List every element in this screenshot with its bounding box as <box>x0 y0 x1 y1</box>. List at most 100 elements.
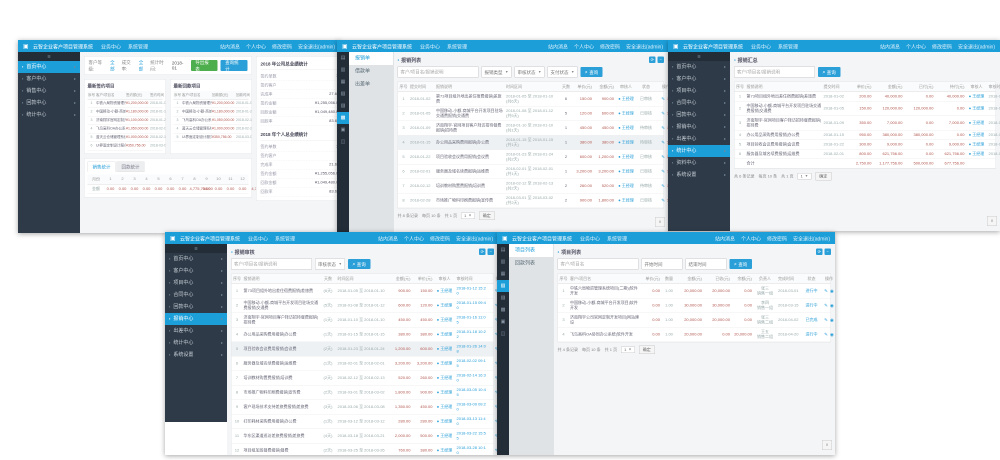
sidebar-item[interactable]: ▪出差中心▸ <box>668 133 730 145</box>
nav-logout[interactable]: 安全退出(admin) <box>456 234 493 242</box>
subnav-item[interactable]: 借款单 <box>349 65 393 78</box>
nav-profile[interactable]: 个人中心 <box>906 42 926 50</box>
nav-business[interactable]: 业务中心 <box>420 42 440 50</box>
app-brand[interactable]: 云智企业客户项目管理系统 <box>683 42 743 50</box>
sidebar-toggle[interactable]: ≡ <box>668 52 730 61</box>
table-row[interactable]: 6UI界面定制设计服务包¥350,756.002018-03-02 <box>88 142 163 151</box>
view-icon[interactable]: ◉ <box>830 332 834 337</box>
nav-system[interactable]: 系统管理 <box>607 234 627 242</box>
page-confirm-button[interactable]: 确定 <box>815 172 831 181</box>
rail-module-icon[interactable]: ▣ <box>337 124 349 136</box>
table-row[interactable]: 5项目验收会议费用报销|会议费(2天)2018-01-23 至 2018-01-… <box>232 342 494 357</box>
query-button[interactable]: ⌕查询 <box>818 67 840 77</box>
nav-system[interactable]: 系统管理 <box>128 42 148 50</box>
search-input[interactable] <box>231 259 312 270</box>
app-logo-icon[interactable]: ▣ <box>170 235 177 242</box>
table-row[interactable]: 1中铁六局物资管理系统项目(二期)|软件开发0.001.0020,000.002… <box>558 284 831 299</box>
sidebar-item[interactable]: ▪项目中心▸ <box>668 85 730 97</box>
nav-messages[interactable]: 站内消息 <box>715 234 735 242</box>
nav-system[interactable]: 系统管理 <box>778 42 798 50</box>
app-logo-icon[interactable]: ▣ <box>502 235 509 242</box>
rail-module-icon[interactable]: ▤ <box>497 244 509 256</box>
sidebar-item[interactable]: ▪项目中心▸ <box>165 277 227 289</box>
rail-module-icon[interactable]: ▦ <box>337 76 349 88</box>
nav-messages[interactable]: 站内消息 <box>378 234 398 242</box>
back-to-top-button[interactable]: ∧ <box>655 217 665 227</box>
type-select[interactable]: 报销类型▼ <box>482 67 512 78</box>
table-row[interactable]: 2中国移动-小额-商城平台开发项目驻场交通费报销|交通费(5天)2018-01-… <box>232 299 494 314</box>
edit-icon[interactable]: ✎ <box>824 303 828 308</box>
app-brand[interactable]: 云智企业客户项目管理系统 <box>33 42 93 50</box>
table-row[interactable]: 1中铁六局物资管理系统项目¥1,200,000.002018-01-08 <box>174 100 249 109</box>
table-row[interactable]: 11华东区渠道巡访差旅费报销|差旅费(4天)2018-03-18 至 2018-… <box>232 429 494 444</box>
table-row[interactable]: 3飞鸟高科OA办公系统¥1,050,000.002018-02-10 <box>174 117 249 126</box>
sidebar-item[interactable]: ▪合同中心▸ <box>668 97 730 109</box>
nav-business[interactable]: 业务中心 <box>248 234 268 242</box>
table-row[interactable]: 1中铁六局物资管理系统项目¥1,200,000.002018-01-05 <box>88 100 163 109</box>
end-date-input[interactable]: 结束时间 <box>686 259 727 270</box>
rail-module-icon[interactable]: ▥ <box>337 64 349 76</box>
back-to-top-button[interactable]: ∧ <box>987 216 997 226</box>
nav-logout[interactable]: 安全退出(admin) <box>626 42 663 50</box>
query-button[interactable]: ⌕查询 <box>580 67 602 77</box>
edit-icon[interactable]: ✎ <box>661 198 665 203</box>
table-row[interactable]: 2中国移动-小额-商城平台项目¥1,180,000.002018-01-20 <box>174 108 249 117</box>
search-input[interactable] <box>734 67 815 78</box>
nav-logout[interactable]: 安全退出(admin) <box>793 234 830 242</box>
rail-module-icon[interactable]: ▦ <box>497 268 509 280</box>
app-logo-icon[interactable]: ▣ <box>673 43 680 50</box>
nav-messages[interactable]: 站内消息 <box>548 42 568 50</box>
search-input[interactable] <box>558 259 639 270</box>
table-row[interactable]: 2中国移动-小额-商城平台项目¥1,180,000.002018-01-12 <box>88 108 163 117</box>
filter-value-rate[interactable]: 全部 <box>139 59 148 72</box>
view-icon[interactable]: ◉ <box>830 288 834 293</box>
table-row[interactable]: 12项目组加班餐费报销|餐费(2天)2018-03-25 至 2018-03-2… <box>232 444 494 456</box>
edit-icon[interactable]: ✎ <box>661 125 665 130</box>
table-row[interactable]: 22018-01-05中国移动-小额-商城平台开发项目驻场交通费报销|交通费20… <box>398 107 664 122</box>
nav-profile[interactable]: 个人中心 <box>741 234 761 242</box>
sidebar-item[interactable]: ▪报销中心▸ <box>668 121 730 133</box>
edit-icon[interactable]: ✎ <box>661 154 665 159</box>
rail-module-icon[interactable]: ▤ <box>337 52 349 64</box>
query-stats-button[interactable]: 查询统计 <box>221 60 248 71</box>
sidebar-item[interactable]: ▪销售中心▸ <box>18 85 80 97</box>
nav-business[interactable]: 业务中心 <box>580 234 600 242</box>
app-brand[interactable]: 云智企业客户项目管理系统 <box>180 234 240 242</box>
tab[interactable]: 销售统计 <box>88 162 116 173</box>
rail-module-icon[interactable]: ▥ <box>497 256 509 268</box>
table-row[interactable]: 62018-02-01服务器及域名续费报销|运维费2018-02-01 至 20… <box>398 165 664 180</box>
rail-module-icon[interactable]: ◫ <box>337 136 349 148</box>
nav-logout[interactable]: 安全退出(admin) <box>298 42 335 50</box>
nav-change-password[interactable]: 修改密码 <box>767 234 787 242</box>
nav-change-password[interactable]: 修改密码 <box>600 42 620 50</box>
collapse-button[interactable]: − <box>825 249 832 256</box>
rail-module-icon[interactable]: ▩ <box>497 304 509 316</box>
sidebar-item[interactable]: ▪统计中心▸ <box>165 337 227 349</box>
sidebar-item[interactable]: ▪回款中心▸ <box>668 109 730 121</box>
table-row[interactable]: 32018-01-09济南翔宇-官网项目客户拜访招待餐费报销|招待费2018-0… <box>398 121 664 136</box>
nav-profile[interactable]: 个人中心 <box>574 42 594 50</box>
nav-profile[interactable]: 个人中心 <box>246 42 266 50</box>
tab[interactable]: 回款统计 <box>117 162 145 173</box>
app-brand[interactable]: 云智企业客户项目管理系统 <box>512 234 572 242</box>
edit-icon[interactable]: ✎ <box>661 169 665 174</box>
edit-icon[interactable]: ✎ <box>824 288 828 293</box>
table-row[interactable]: 6服务器及域名续费报销|运维费2018-02-01800.00621,756.0… <box>735 150 996 160</box>
sidebar-toggle[interactable]: ≡ <box>18 52 80 61</box>
nav-messages[interactable]: 站内消息 <box>880 42 900 50</box>
refresh-button[interactable]: ⟳ <box>816 249 823 256</box>
edit-icon[interactable]: ✎ <box>824 332 828 337</box>
table-row[interactable]: 4办公用品采购费用报销|办公费2018-01-15950.00380,000.0… <box>735 131 996 141</box>
table-row[interactable]: 42018-01-15办公用品采购费用报销|办公费2018-01-15 至 20… <box>398 136 664 151</box>
page-select[interactable]: 1▼ <box>621 347 635 354</box>
sidebar-item[interactable]: ▪出差中心▸ <box>165 325 227 337</box>
nav-system[interactable]: 系统管理 <box>275 234 295 242</box>
rail-module-icon[interactable]: ▣ <box>497 316 509 328</box>
back-to-top-button[interactable]: ∧ <box>822 440 832 450</box>
sidebar-item[interactable]: ▪回款中心▸ <box>165 301 227 313</box>
table-row[interactable]: 4办公用品采购费用报销|办公费(1天)2018-01-15 至 2018-01-… <box>232 328 494 343</box>
table-row[interactable]: 5蓝天云仓储管理系统¥1,000,000.002018-02-15 <box>88 134 163 143</box>
nav-system[interactable]: 系统管理 <box>447 42 467 50</box>
subnav-item[interactable]: 报销单 <box>349 52 393 65</box>
query-button[interactable]: ⌕查询 <box>348 259 370 269</box>
